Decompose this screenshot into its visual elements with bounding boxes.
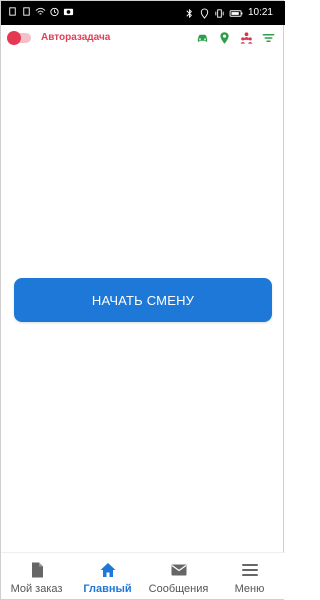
- mail-icon: [171, 564, 186, 576]
- home-icon: [100, 563, 115, 577]
- nav-label: Меню: [234, 583, 265, 595]
- location-icon: [200, 7, 209, 19]
- nav-item-home[interactable]: Главный: [72, 553, 143, 595]
- people-icon[interactable]: [240, 31, 253, 45]
- filter-icon[interactable]: [262, 31, 275, 45]
- battery-icon: [229, 9, 243, 17]
- nav-item-messages[interactable]: Сообщения: [143, 553, 214, 595]
- nav-label: Сообщения: [148, 583, 209, 595]
- alarm-icon: [50, 7, 59, 17]
- nav-item-menu[interactable]: Меню: [214, 553, 285, 595]
- header-actions: [196, 31, 275, 45]
- auto-dispatch-toggle[interactable]: [7, 31, 31, 45]
- vibrate-icon: [215, 8, 224, 18]
- page-title: Авторазадача: [41, 32, 111, 43]
- bluetooth-icon: [186, 8, 192, 18]
- status-bar: 10:21: [1, 1, 285, 25]
- nav-label: Мой заказ: [10, 583, 63, 595]
- menu-icon: [241, 564, 258, 576]
- wifi-icon: [35, 7, 46, 15]
- location-pin-icon[interactable]: [218, 31, 231, 45]
- start-shift-button[interactable]: НАЧАТЬ СМЕНУ: [14, 278, 272, 322]
- clock-time: 10:21: [247, 7, 273, 18]
- app-header: Авторазадача: [1, 25, 285, 53]
- car-icon[interactable]: [196, 31, 209, 45]
- sim-icon: [9, 7, 16, 16]
- camera-icon: [63, 8, 74, 16]
- toggle-knob: [7, 31, 21, 45]
- nav-label: Главный: [83, 583, 132, 595]
- sim-icon: [23, 7, 30, 16]
- document-icon: [31, 562, 43, 578]
- nav-item-my-order[interactable]: Мой заказ: [1, 553, 72, 595]
- bottom-navigation: Мой заказ Главный Сообщения Меню: [1, 552, 285, 599]
